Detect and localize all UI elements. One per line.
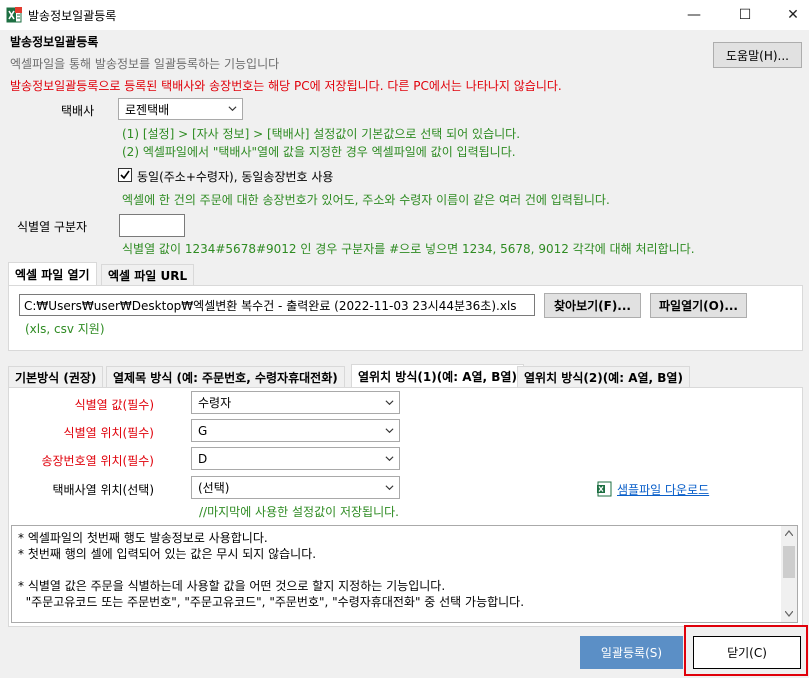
separator-hint: 식별열 값이 1234#5678#9012 인 경우 구분자를 #으로 넣으면 … (122, 242, 695, 256)
tab-label: 열제목 방식 (예: 주문번호, 수령자휴대전화) (113, 371, 338, 385)
notes-scrollbar[interactable] (781, 526, 797, 622)
minimize-icon: — (687, 7, 701, 23)
chevron-down-icon (228, 106, 237, 112)
courier-label: 택배사 (61, 104, 95, 118)
tab-excel-file-open[interactable]: 엑셀 파일 열기 (8, 262, 97, 286)
bulk-register-button[interactable]: 일괄등록(S) (580, 636, 683, 669)
identifier-value-label: 식별열 값(필수) (74, 398, 154, 412)
identifier-value-select[interactable]: 수령자 (191, 391, 400, 414)
tab-label: 기본방식 (권장) (15, 371, 97, 385)
identifier-position-select[interactable]: G (191, 419, 400, 442)
minimize-button[interactable]: — (671, 0, 717, 30)
courier-position-label: 택배사열 위치(선택) (52, 483, 155, 497)
close-button[interactable]: 닫기(C) (693, 636, 801, 669)
tab-excel-file-url[interactable]: 엑셀 파일 URL (101, 264, 195, 286)
save-note: //마지막에 사용한 설정값이 저장됩니다. (199, 505, 399, 519)
page-heading: 발송정보일괄등록 (10, 35, 99, 49)
same-invoice-label[interactable]: 동일(주소+수령자), 동일송장번호 사용 (137, 168, 333, 185)
scroll-thumb[interactable] (783, 546, 795, 578)
title-bar: 발송정보일괄등록 — ☐ ✕ (0, 0, 809, 30)
separator-input[interactable] (119, 214, 185, 237)
select-value: D (198, 451, 208, 466)
tab-column-position-method-1[interactable]: 열위치 방식(1)(예: A열, B열) (351, 364, 524, 388)
tab-column-position-method-2[interactable]: 열위치 방식(2)(예: A열, B열) (517, 366, 690, 388)
identifier-position-label: 식별열 위치(필수) (63, 426, 154, 440)
select-value: 수령자 (198, 396, 232, 410)
check-icon (120, 170, 130, 180)
scroll-down-icon[interactable] (785, 611, 793, 617)
chevron-down-icon (385, 427, 394, 433)
select-value: (선택) (198, 481, 230, 495)
file-path-input[interactable]: C:₩Users₩user₩Desktop₩엑셀변환 복수건 - 출력완료 (2… (19, 294, 535, 316)
scroll-up-icon[interactable] (785, 530, 793, 536)
storage-warning: 발송정보일괄등록으로 등록된 택배사와 송장번호는 해당 PC에 저장됩니다. … (10, 79, 562, 93)
same-invoice-checkbox[interactable] (118, 168, 132, 182)
chevron-down-icon (385, 484, 394, 490)
open-file-button[interactable]: 파일열기(O)... (650, 293, 747, 318)
excel-icon (596, 481, 612, 497)
courier-select-value: 로젠택배 (125, 102, 170, 117)
tab-label: 엑셀 파일 열기 (15, 268, 90, 282)
tab-column-title-method[interactable]: 열제목 방식 (예: 주문번호, 수령자휴대전화) (106, 366, 345, 388)
excel-icon (6, 7, 22, 23)
chevron-down-icon (385, 455, 394, 461)
separator-label: 식별열 구분자 (17, 220, 88, 234)
tab-basic-method[interactable]: 기본방식 (권장) (8, 366, 104, 388)
maximize-icon: ☐ (738, 7, 752, 23)
courier-hint-1: (1) [설정] > [자사 정보] > [택배사] 설정값이 기본값으로 선택… (122, 127, 521, 141)
close-window-button[interactable]: ✕ (770, 0, 809, 30)
notes-text[interactable]: * 엑셀파일의 첫번째 행도 발송정보로 사용합니다. * 첫번째 행의 셀에 … (11, 525, 798, 623)
browse-button[interactable]: 찾아보기(F)... (544, 293, 641, 318)
select-value: G (198, 423, 208, 438)
courier-hint-2: (2) 엑셀파일에서 "택배사"열에 값을 지정한 경우 엑셀파일에 값이 입력… (122, 145, 516, 159)
tab-label: 열위치 방식(1)(예: A열, B열) (358, 370, 517, 384)
chevron-down-icon (385, 399, 394, 405)
same-invoice-hint: 엑셀에 한 건의 주문에 대한 송장번호가 있어도, 주소와 수령자 이름이 같… (122, 193, 610, 207)
file-format-hint: (xls, csv 지원) (25, 322, 105, 336)
invoice-position-select[interactable]: D (191, 447, 400, 470)
sample-download-link[interactable]: 샘플파일 다운로드 (617, 481, 709, 498)
close-icon: ✕ (787, 7, 799, 23)
tab-label: 열위치 방식(2)(예: A열, B열) (524, 371, 683, 385)
help-button[interactable]: 도움말(H)... (713, 42, 802, 68)
page-description: 엑셀파일을 통해 발송정보를 일괄등록하는 기능입니다 (10, 57, 280, 71)
window-title: 발송정보일괄등록 (28, 9, 117, 23)
courier-select[interactable]: 로젠택배 (118, 98, 243, 120)
maximize-button[interactable]: ☐ (722, 0, 768, 30)
tab-label: 엑셀 파일 URL (108, 269, 188, 283)
invoice-position-label: 송장번호열 위치(필수) (41, 454, 154, 468)
courier-position-select[interactable]: (선택) (191, 476, 400, 499)
